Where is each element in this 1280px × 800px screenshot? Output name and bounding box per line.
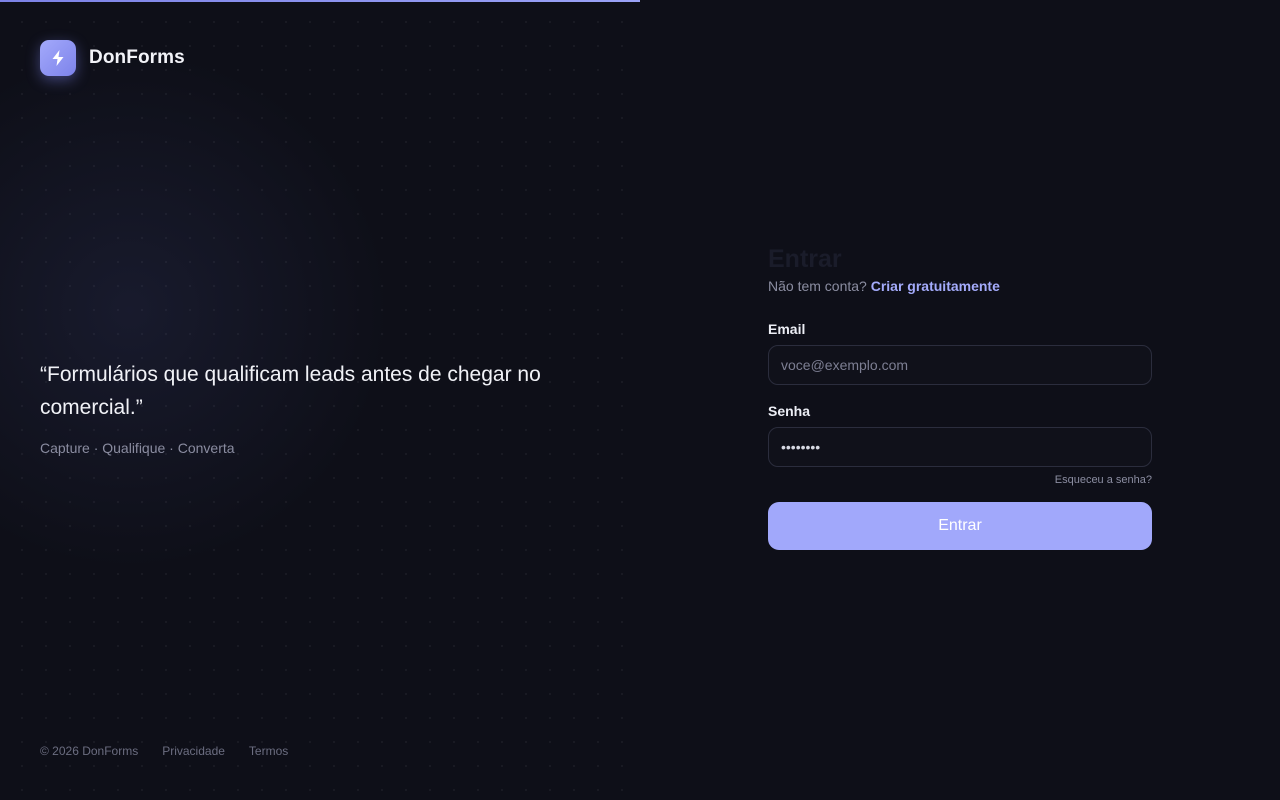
brand-name: DonForms: [89, 47, 185, 68]
email-label: Email: [768, 321, 806, 337]
login-form: Entrar Não tem conta? Criar gratuitament…: [768, 244, 1152, 550]
terms-link[interactable]: Termos: [249, 744, 288, 758]
no-account-text: Não tem conta?: [768, 278, 867, 294]
privacy-link[interactable]: Privacidade: [162, 744, 225, 758]
forgot-password-link[interactable]: Esqueceu a senha?: [1055, 474, 1152, 486]
password-label: Senha: [768, 403, 811, 419]
password-field[interactable]: [768, 427, 1152, 467]
progress-line: [0, 0, 640, 2]
brand-panel: DonForms “Formulários que qualificam lea…: [0, 0, 640, 800]
hero-tagline: Capture · Qualifique · Converta: [40, 440, 235, 456]
signup-prompt: Não tem conta? Criar gratuitamente: [768, 278, 1152, 294]
copyright-text: © 2026 DonForms: [40, 744, 139, 758]
hero-quote: “Formulários que qualificam leads antes …: [40, 363, 541, 419]
signup-link[interactable]: Criar gratuitamente: [871, 278, 1000, 294]
form-title: Entrar: [768, 245, 842, 273]
brand: DonForms: [40, 40, 185, 76]
lightning-bolt-icon: [40, 40, 76, 76]
forgot-row: Esqueceu a senha?: [768, 474, 1152, 486]
email-field[interactable]: [768, 345, 1152, 385]
footer: © 2026 DonForms Privacidade Termos: [40, 744, 288, 758]
email-group: Email: [768, 321, 1152, 385]
password-group: Senha: [768, 403, 1152, 467]
submit-button[interactable]: Entrar: [768, 502, 1152, 550]
